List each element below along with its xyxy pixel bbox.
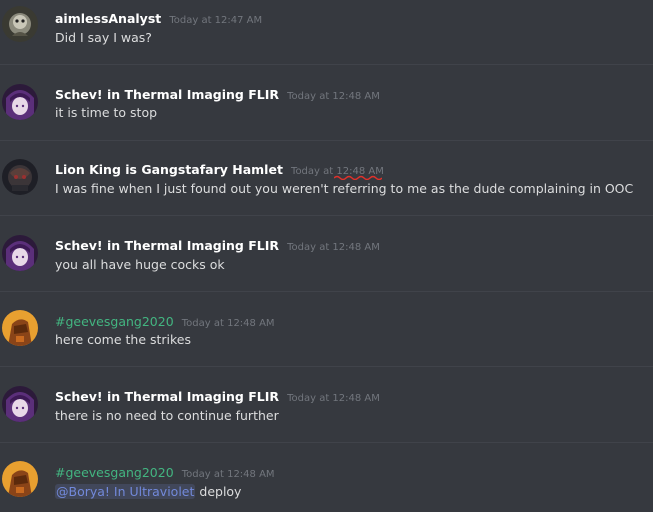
timestamp-time-misspelled: 12:48 AM xyxy=(334,166,384,180)
lion-king-avatar-icon[interactable] xyxy=(2,159,38,195)
message-text: @Borya! In Ultraviolet deploy xyxy=(55,484,241,500)
aimless-analyst-avatar-icon[interactable] xyxy=(2,6,38,42)
message-text-rest: deploy xyxy=(195,484,242,499)
schev-purple-avatar-icon[interactable] xyxy=(2,84,38,120)
message-text: here come the strikes xyxy=(55,332,192,347)
message-timestamp: Today at 12:48 AM xyxy=(291,166,384,180)
message-text: I was fine when I just found out you wer… xyxy=(55,181,634,196)
message-author[interactable]: Lion King is Gangstafary Hamlet xyxy=(55,162,283,177)
message-timestamp: Today at 12:47 AM xyxy=(169,15,263,26)
message-timestamp: Today at 12:48 AM xyxy=(287,242,380,253)
message-timestamp: Today at 12:48 AM xyxy=(181,318,275,329)
message-author[interactable]: aimlessAnalyst xyxy=(55,11,161,26)
message-divider xyxy=(0,366,653,367)
message-divider xyxy=(0,140,653,141)
timestamp-prefix: Today at xyxy=(291,166,337,177)
schev-purple-avatar-icon[interactable] xyxy=(2,386,38,422)
message-author[interactable]: Schev! in Thermal Imaging FLIR xyxy=(55,389,279,404)
geeves-orange-avatar-icon[interactable] xyxy=(2,310,38,346)
message-divider xyxy=(0,215,653,216)
message-author[interactable]: Schev! in Thermal Imaging FLIR xyxy=(55,87,279,102)
message-author[interactable]: #geevesgang2020 xyxy=(55,314,174,329)
spellcheck-underline xyxy=(334,175,383,180)
message-text: Did I say I was? xyxy=(55,30,152,45)
user-mention[interactable]: @Borya! In Ultraviolet xyxy=(55,484,196,499)
message-timestamp: Today at 12:48 AM xyxy=(287,393,380,404)
message-divider xyxy=(0,64,653,65)
message-text: it is time to stop xyxy=(55,105,158,120)
message-divider xyxy=(0,442,653,443)
message-text: there is no need to continue further xyxy=(55,408,279,423)
schev-purple-avatar-icon[interactable] xyxy=(2,235,38,271)
message-author[interactable]: #geevesgang2020 xyxy=(55,465,174,480)
message-author[interactable]: Schev! in Thermal Imaging FLIR xyxy=(55,238,279,253)
message-timestamp: Today at 12:48 AM xyxy=(287,91,380,102)
message-text: you all have huge cocks ok xyxy=(55,257,225,272)
message-timestamp: Today at 12:48 AM xyxy=(181,469,275,480)
geeves-orange-avatar-icon[interactable] xyxy=(2,461,38,497)
message-divider xyxy=(0,291,653,292)
